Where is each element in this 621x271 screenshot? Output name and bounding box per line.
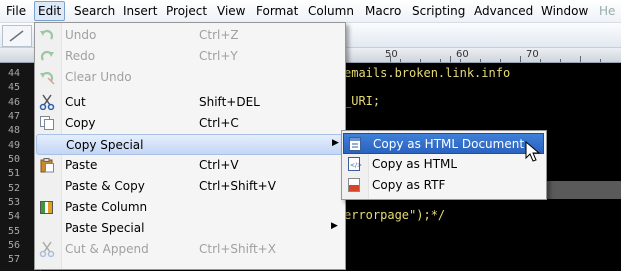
svg-text:</>: </> <box>350 162 362 169</box>
menu-item-label: Clear Undo <box>65 70 132 84</box>
menu-item-shortcut: Ctrl+Y <box>199 49 238 63</box>
line-number: 51 <box>8 168 21 179</box>
ruler-label: 50 <box>385 49 398 60</box>
menu-item-clear-undo[interactable]: Clear Undo <box>36 67 342 88</box>
line-number: 47 <box>8 111 21 122</box>
line-number: 45 <box>8 82 21 93</box>
copy-special-submenu: Copy as HTML Document </> Copy as HTML C… <box>341 130 547 200</box>
line-number: 46 <box>8 97 21 108</box>
mouse-cursor-icon <box>525 141 541 162</box>
menu-scripting[interactable]: Scripting <box>410 2 467 20</box>
menu-item-paste[interactable]: Paste Ctrl+V <box>36 155 342 176</box>
menu-item-shortcut: Ctrl+Shift+V <box>199 179 276 193</box>
line-number: 48 <box>8 125 21 136</box>
menu-item-cut[interactable]: Cut Shift+DEL <box>36 92 342 113</box>
menu-item-label: Paste Column <box>65 200 148 214</box>
menu-item-label: Cut & Append <box>65 242 149 256</box>
copy-icon <box>40 116 54 130</box>
menu-item-label: Copy as RTF <box>372 178 446 192</box>
paste-icon <box>40 158 54 173</box>
menu-item-copy[interactable]: Copy Ctrl+C <box>36 113 342 134</box>
menu-insert[interactable]: Insert <box>121 2 159 20</box>
ruler-label: 70 <box>526 49 539 60</box>
menu-advanced[interactable]: Advanced <box>472 2 535 20</box>
html-document-icon <box>349 137 361 151</box>
line-number: 56 <box>8 240 21 251</box>
menu-item-shortcut: Ctrl+Z <box>199 28 239 42</box>
menu-project[interactable]: Project <box>164 2 209 20</box>
menu-item-label: Redo <box>65 49 96 63</box>
line-number: 50 <box>8 154 21 165</box>
menu-item-label: Copy as HTML Document <box>373 137 525 151</box>
line-number: 53 <box>8 197 21 208</box>
line-number: 55 <box>8 226 21 237</box>
scissors-icon <box>39 94 55 110</box>
line-number: 57 <box>8 254 21 265</box>
menu-item-label: Paste & Copy <box>65 179 145 193</box>
pencil-icon <box>9 30 24 42</box>
menu-item-label: Paste <box>65 158 98 172</box>
menu-view[interactable]: View <box>215 2 247 20</box>
line-number: 44 <box>8 68 21 79</box>
menu-file[interactable]: File <box>4 2 28 20</box>
line-number: 54 <box>8 211 21 222</box>
menu-item-shortcut: Shift+DEL <box>199 95 260 109</box>
submenu-arrow-icon: ▶ <box>332 138 339 148</box>
menu-item-label: Copy <box>65 116 96 130</box>
undo-icon <box>40 29 54 40</box>
redo-icon <box>40 50 54 61</box>
menu-item-paste-column[interactable]: Paste Column <box>36 197 342 218</box>
cut-append-icon <box>39 241 55 257</box>
menu-item-copy-as-html-document[interactable]: Copy as HTML Document <box>343 133 544 154</box>
menu-edit[interactable]: Edit <box>34 1 66 21</box>
menu-item-shortcut: Ctrl+C <box>199 116 239 130</box>
ruler-label: 60 <box>456 49 469 60</box>
rtf-icon <box>348 178 360 192</box>
menu-item-undo[interactable]: Undo Ctrl+Z <box>36 25 342 46</box>
document-tab[interactable] <box>2 25 32 47</box>
menu-item-shortcut: Ctrl+V <box>199 158 239 172</box>
code-line[interactable]: emails.broken.link.info <box>344 66 510 80</box>
menu-format[interactable]: Format <box>254 2 300 20</box>
menu-search[interactable]: Search <box>72 2 117 20</box>
menu-item-cut-and-append[interactable]: Cut & Append Ctrl+Shift+X <box>36 239 342 260</box>
menu-macro[interactable]: Macro <box>363 2 403 20</box>
line-number: 52 <box>8 183 21 194</box>
menu-item-copy-as-html[interactable]: </> Copy as HTML <box>343 154 544 175</box>
menu-item-paste-and-copy[interactable]: Paste & Copy Ctrl+Shift+V <box>36 176 342 197</box>
code-line[interactable]: _URI; <box>344 94 380 108</box>
menu-item-label: Paste Special <box>65 221 145 235</box>
menu-help[interactable]: He <box>597 2 617 20</box>
clear-undo-icon <box>40 71 55 85</box>
menu-item-label: Copy Special <box>66 138 144 152</box>
menu-item-paste-special[interactable]: Paste Special ▶ <box>36 218 342 239</box>
menu-bar: File Edit Search Insert Project View For… <box>0 0 621 23</box>
line-number: 49 <box>8 140 21 151</box>
menu-item-label: Cut <box>65 95 86 109</box>
html-icon: </> <box>348 157 362 171</box>
menu-item-shortcut: Ctrl+Shift+X <box>199 242 276 256</box>
menu-item-copy-as-rtf[interactable]: Copy as RTF <box>343 175 544 196</box>
edit-menu: Undo Ctrl+Z Redo Ctrl+Y Clear Undo Cut S… <box>34 22 346 270</box>
menu-item-copy-special[interactable]: Copy Special ▶ <box>36 134 343 155</box>
menu-column[interactable]: Column <box>306 2 356 20</box>
code-line[interactable]: errorpage");*/ <box>344 208 445 222</box>
menu-window[interactable]: Window <box>539 2 590 20</box>
menu-item-label: Copy as HTML <box>372 157 458 171</box>
submenu-arrow-icon: ▶ <box>331 221 338 231</box>
menu-item-label: Undo <box>65 28 97 42</box>
paste-column-icon <box>40 201 53 214</box>
menu-item-redo[interactable]: Redo Ctrl+Y <box>36 46 342 67</box>
